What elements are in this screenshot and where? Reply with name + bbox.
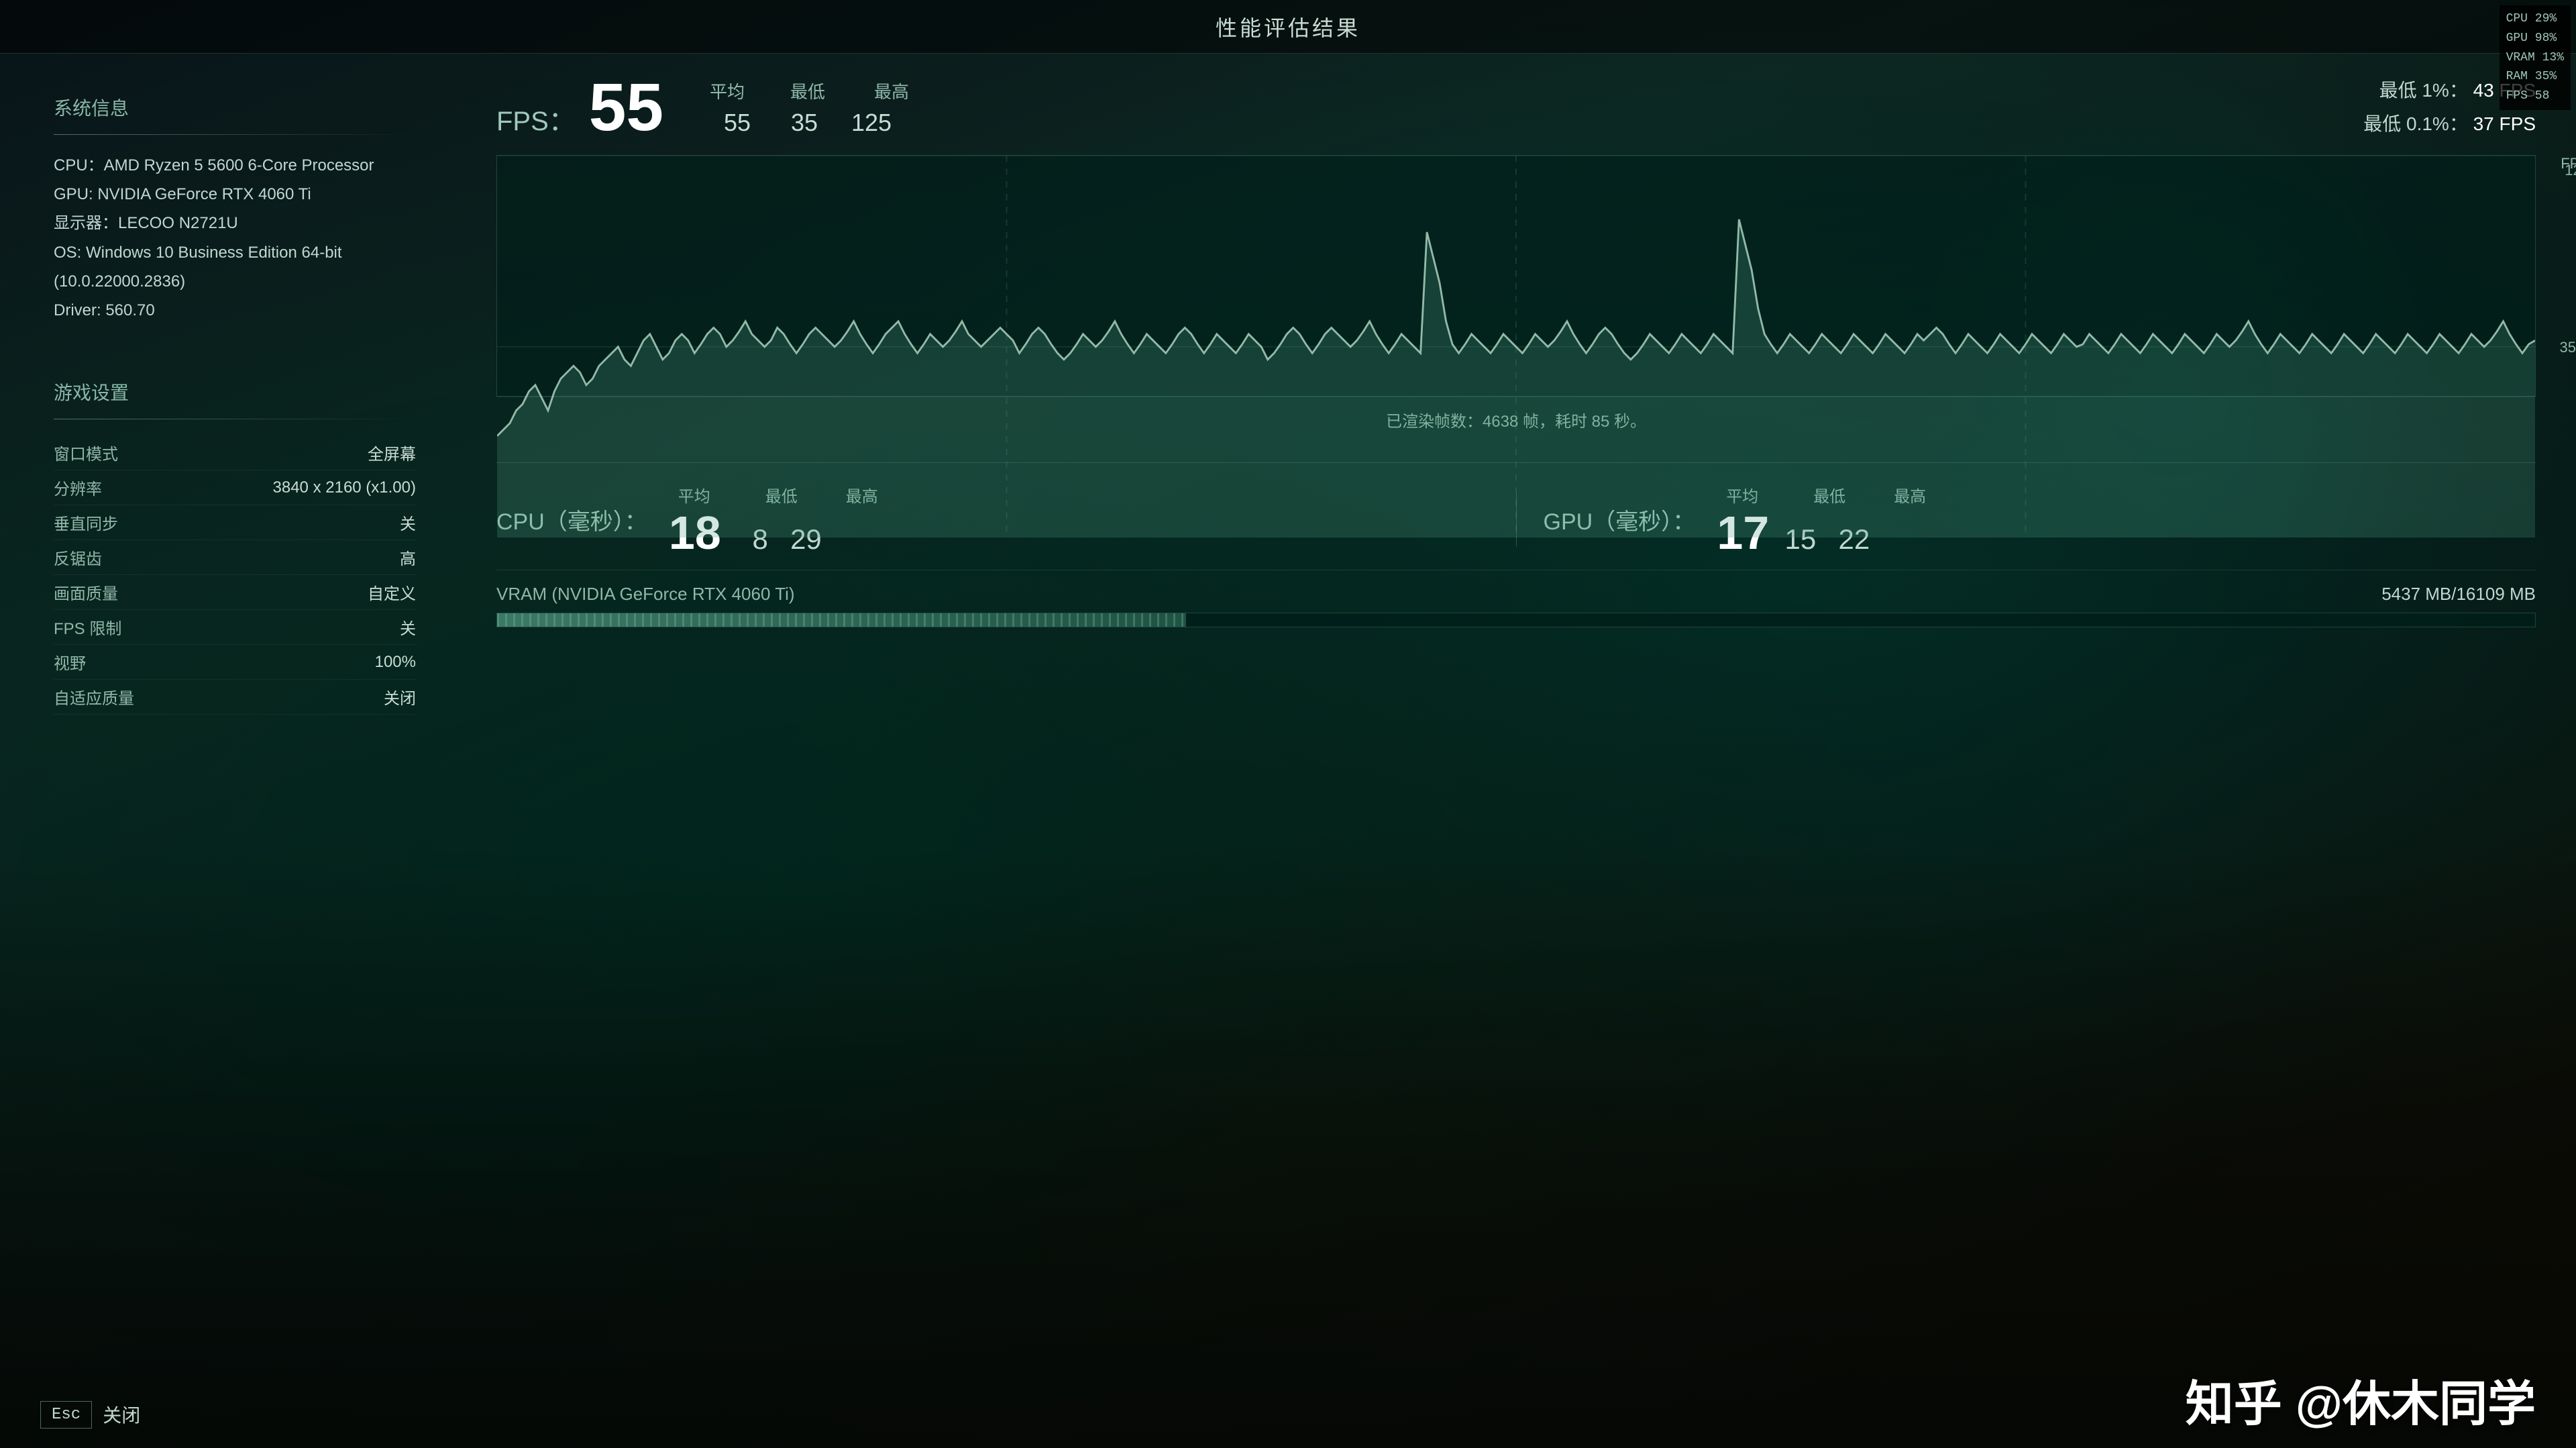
vram-pattern bbox=[497, 613, 1186, 627]
overlay-vram: VRAM 13% bbox=[2506, 48, 2564, 68]
watermark: 知乎 @休木同学 bbox=[2186, 1364, 2536, 1435]
fps-chart bbox=[496, 155, 2536, 397]
chart-y-max: 125 bbox=[2565, 162, 2576, 179]
fps-min-header: 最低 bbox=[784, 79, 831, 103]
fps-stats-row: FPS： 55 平均 最低 最高 55 35 125 最低 1%： bbox=[496, 74, 2536, 142]
overlay-gpu: GPU 98% bbox=[2506, 29, 2564, 48]
settings-value: 高 bbox=[400, 546, 416, 569]
system-info-title: 系统信息 bbox=[54, 94, 416, 121]
settings-row: 视野 100% bbox=[54, 645, 416, 680]
overlay-fps: FPS 58 bbox=[2506, 87, 2564, 106]
system-info-section: 系统信息 CPU：AMD Ryzen 5 5600 6-Core Process… bbox=[54, 94, 416, 325]
settings-row: 分辨率 3840 x 2160 (x1.00) bbox=[54, 470, 416, 505]
settings-row: FPS 限制 关 bbox=[54, 610, 416, 645]
game-settings-section: 游戏设置 窗口模式 全屏幕 分辨率 3840 x 2160 (x1.00) 垂直… bbox=[54, 378, 416, 715]
settings-table: 窗口模式 全屏幕 分辨率 3840 x 2160 (x1.00) 垂直同步 关 … bbox=[54, 435, 416, 715]
settings-label: 窗口模式 bbox=[54, 441, 118, 464]
settings-label: 画面质量 bbox=[54, 580, 118, 604]
close-label: 关闭 bbox=[103, 1401, 140, 1428]
main-content: 系统信息 CPU：AMD Ryzen 5 5600 6-Core Process… bbox=[0, 54, 2576, 1448]
driver-info: Driver: 560.70 bbox=[54, 296, 416, 325]
gpu-info: GPU: NVIDIA GeForce RTX 4060 Ti bbox=[54, 180, 416, 209]
left-panel: 系统信息 CPU：AMD Ryzen 5 5600 6-Core Process… bbox=[0, 54, 470, 1448]
settings-label: FPS 限制 bbox=[54, 615, 121, 639]
vram-bar bbox=[496, 613, 2536, 627]
fps-max-value: 125 bbox=[838, 109, 892, 137]
fps-avg-header: 平均 bbox=[704, 79, 751, 103]
overlay-ram: RAM 35% bbox=[2506, 67, 2564, 87]
chart-wrapper: FPS 125 35 bbox=[496, 155, 2536, 397]
settings-row: 窗口模式 全屏幕 bbox=[54, 435, 416, 470]
fps-avg-sub: 55 bbox=[704, 109, 751, 137]
settings-value: 自定义 bbox=[368, 580, 416, 604]
overlay-cpu: CPU 29% bbox=[2506, 9, 2564, 29]
monitor-info: 显示器：LECOO N2721U bbox=[54, 209, 416, 238]
settings-label: 分辨率 bbox=[54, 476, 102, 499]
settings-row: 垂直同步 关 bbox=[54, 505, 416, 540]
top-bar: 性能评估结果 bbox=[0, 0, 2576, 54]
os-info: OS: Windows 10 Business Edition 64-bit (… bbox=[54, 238, 416, 296]
vram-fill bbox=[497, 613, 1186, 627]
right-panel: FPS： 55 平均 最低 最高 55 35 125 最低 1%： bbox=[470, 54, 2576, 1448]
vram-value: 5437 MB/16109 MB bbox=[2381, 584, 2536, 605]
settings-row: 画面质量 自定义 bbox=[54, 575, 416, 610]
settings-value: 100% bbox=[375, 653, 416, 672]
vram-header: VRAM (NVIDIA GeForce RTX 4060 Ti) 5437 M… bbox=[496, 584, 2536, 605]
settings-label: 自适应质量 bbox=[54, 685, 134, 709]
percentile-01: 最低 0.1%： 37 FPS bbox=[2363, 107, 2536, 141]
divider-1 bbox=[54, 134, 416, 135]
vram-title: VRAM (NVIDIA GeForce RTX 4060 Ti) bbox=[496, 584, 795, 605]
settings-value: 关闭 bbox=[384, 685, 416, 709]
system-overlay: CPU 29% GPU 98% VRAM 13% RAM 35% FPS 58 bbox=[2500, 5, 2571, 110]
settings-label: 反锯齿 bbox=[54, 546, 102, 569]
settings-label: 垂直同步 bbox=[54, 511, 118, 534]
vram-section: VRAM (NVIDIA GeForce RTX 4060 Ti) 5437 M… bbox=[496, 570, 2536, 627]
settings-label: 视野 bbox=[54, 650, 86, 674]
chart-y-min: 35 bbox=[2560, 339, 2576, 356]
cpu-info: CPU：AMD Ryzen 5 5600 6-Core Processor bbox=[54, 151, 416, 180]
settings-row: 反锯齿 高 bbox=[54, 540, 416, 575]
settings-value: 3840 x 2160 (x1.00) bbox=[273, 478, 416, 497]
settings-value: 全屏幕 bbox=[368, 441, 416, 464]
game-settings-title: 游戏设置 bbox=[54, 378, 416, 405]
settings-value: 关 bbox=[400, 615, 416, 639]
fps-label: FPS： bbox=[496, 99, 576, 138]
esc-button[interactable]: Esc bbox=[40, 1401, 92, 1429]
fps-sub-stats: 平均 最低 最高 55 35 125 bbox=[704, 79, 918, 137]
page-title: 性能评估结果 bbox=[1216, 11, 1360, 42]
fps-max-header: 最高 bbox=[865, 79, 918, 103]
fps-main: FPS： 55 bbox=[496, 74, 663, 141]
fps-min-value: 35 bbox=[771, 109, 818, 137]
settings-row: 自适应质量 关闭 bbox=[54, 680, 416, 715]
chart-svg bbox=[497, 156, 2535, 538]
fps-avg-value: 55 bbox=[589, 74, 663, 141]
settings-value: 关 bbox=[400, 511, 416, 534]
